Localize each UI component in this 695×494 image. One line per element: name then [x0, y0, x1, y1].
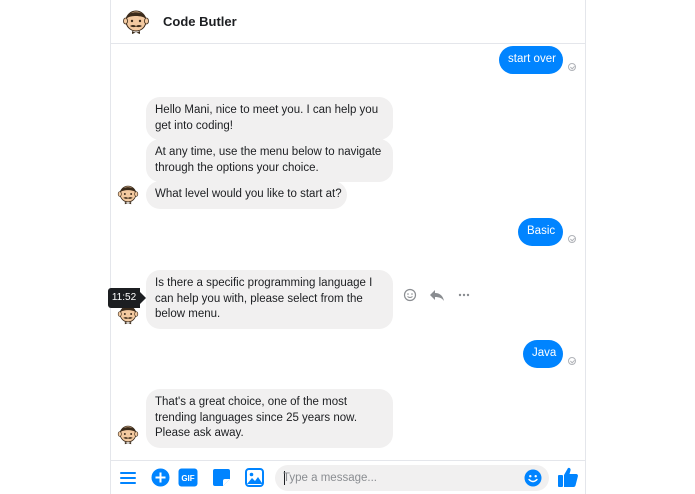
message-line: get into coding! [155, 119, 234, 132]
message-actions [403, 288, 471, 307]
menu-icon[interactable] [119, 470, 137, 491]
message-line: below menu. [155, 308, 221, 320]
message-line: through the options your choice. [155, 161, 319, 174]
smiley-icon[interactable] [403, 288, 417, 307]
message-input-wrapper [275, 465, 549, 491]
message-line: That's a great choice, one of the most [155, 396, 348, 408]
message-line: trending languages since 25 years now. [155, 411, 358, 424]
bot-avatar-icon[interactable] [117, 182, 139, 211]
conversation-header: Code Butler [111, 0, 585, 44]
svg-text:GIF: GIF [181, 474, 194, 483]
user-message-bubble[interactable]: start over [499, 46, 563, 74]
sticker-icon[interactable] [212, 468, 231, 492]
image-icon[interactable] [245, 468, 264, 492]
message-composer: GIF [111, 460, 585, 494]
user-message-bubble[interactable]: Java [523, 340, 563, 368]
thumbs-up-icon[interactable] [557, 466, 579, 493]
message-line: Is there a specific programming language… [155, 277, 373, 289]
message-input[interactable] [283, 470, 513, 486]
read-receipt-icon [568, 235, 576, 243]
bot-message-bubble[interactable]: What level would you like to start at? [146, 181, 347, 209]
message-text: start over [508, 53, 556, 65]
message-text: Basic [527, 225, 556, 237]
message-line: Hello Mani, nice to meet you. I can help… [155, 104, 379, 116]
message-line: Please ask away. [155, 427, 244, 439]
butler-avatar-icon[interactable] [121, 6, 151, 36]
read-receipt-icon [568, 63, 576, 71]
message-text: Java [532, 347, 557, 359]
read-receipt-icon [568, 357, 576, 365]
reply-icon[interactable] [429, 288, 445, 307]
chat-window: Code Butler start over Hello Mani, nice … [110, 0, 586, 494]
emoji-icon[interactable] [524, 469, 542, 492]
bot-message-bubble[interactable]: Is there a specific programming language… [146, 270, 393, 329]
bot-message-bubble[interactable]: Hello Mani, nice to meet you. I can help… [146, 97, 393, 140]
user-message-bubble[interactable]: Basic [518, 218, 563, 246]
gif-icon[interactable]: GIF [178, 468, 198, 492]
message-line: What level would you like to start at? [155, 188, 342, 200]
conversation-title[interactable]: Code Butler [163, 14, 237, 29]
bot-avatar-icon[interactable] [117, 422, 139, 451]
more-icon[interactable] [457, 288, 471, 307]
plus-icon[interactable] [151, 468, 170, 492]
message-timestamp: 11:52 [108, 288, 146, 308]
bot-message-bubble[interactable]: At any time, use the menu below to navig… [146, 139, 393, 182]
message-line: can help you with, please select from th… [155, 292, 363, 305]
bot-message-bubble[interactable]: That's a great choice, one of the most t… [146, 389, 393, 448]
message-line: At any time, use the menu below to navig… [155, 146, 382, 158]
